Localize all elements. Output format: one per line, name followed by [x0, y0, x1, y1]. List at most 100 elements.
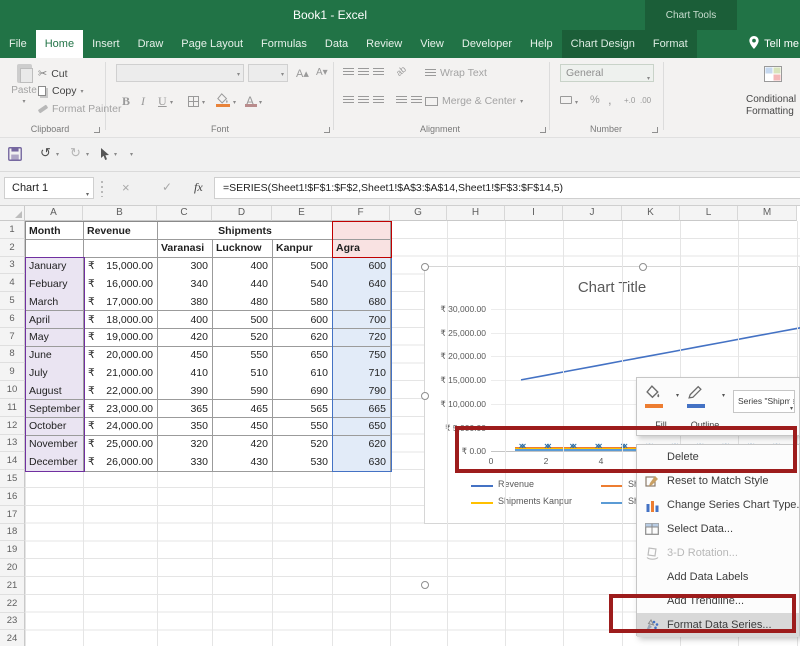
- cell-revenue[interactable]: ₹15,000.00: [84, 258, 158, 276]
- tell-me[interactable]: Tell me: [749, 30, 800, 58]
- fill-button[interactable]: ▾: [643, 383, 679, 417]
- column-header-m[interactable]: M: [738, 206, 797, 221]
- column-header-i[interactable]: I: [505, 206, 563, 221]
- tab-page-layout[interactable]: Page Layout: [172, 30, 252, 58]
- row-header-23[interactable]: 23: [0, 613, 25, 631]
- cell-city-kanpur[interactable]: Kanpur: [273, 240, 333, 258]
- cell-value[interactable]: 430: [213, 453, 273, 471]
- wrap-text-button[interactable]: Wrap Text: [425, 67, 487, 79]
- cell-value[interactable]: 330: [158, 453, 213, 471]
- font-dialog-launcher[interactable]: [324, 127, 330, 133]
- cell-month[interactable]: May: [26, 329, 84, 347]
- column-header-g[interactable]: G: [390, 206, 447, 221]
- cell-month[interactable]: Febuary: [26, 275, 84, 293]
- row-header-20[interactable]: 20: [0, 559, 25, 577]
- cell-value[interactable]: 500: [213, 311, 273, 329]
- align-right-icon[interactable]: [373, 96, 384, 105]
- enter-icon[interactable]: ✓: [162, 180, 172, 194]
- name-box-splitter[interactable]: [101, 181, 103, 197]
- increase-decimal-button[interactable]: +.0: [624, 96, 635, 105]
- cell-value[interactable]: 465: [213, 400, 273, 418]
- cell-value[interactable]: 365: [158, 400, 213, 418]
- row-header-3[interactable]: 3: [0, 257, 25, 275]
- cell-value[interactable]: 590: [213, 382, 273, 400]
- redo-icon[interactable]: ↻: [70, 145, 81, 161]
- tab-file[interactable]: File: [0, 30, 36, 58]
- row-header-13[interactable]: 13: [0, 435, 25, 453]
- cell-value[interactable]: 420: [213, 436, 273, 454]
- chevron-down-icon[interactable]: ▾: [114, 151, 117, 158]
- insert-function-icon[interactable]: fx: [194, 180, 203, 195]
- decrease-indent-icon[interactable]: [396, 96, 407, 105]
- column-header-f[interactable]: F: [332, 206, 390, 221]
- column-header-e[interactable]: E: [272, 206, 332, 221]
- cell-value[interactable]: 620: [333, 436, 391, 454]
- cell-value[interactable]: 520: [273, 436, 333, 454]
- cell-revenue[interactable]: ₹26,000.00: [84, 453, 158, 471]
- legend-label[interactable]: Revenue: [498, 479, 534, 489]
- cell-value[interactable]: 320: [158, 436, 213, 454]
- cell-month[interactable]: December: [26, 453, 84, 471]
- decrease-decimal-button[interactable]: .00: [640, 96, 651, 105]
- select-all-corner[interactable]: [0, 206, 25, 221]
- percent-style-button[interactable]: %: [590, 94, 600, 106]
- cell-month[interactable]: July: [26, 364, 84, 382]
- row-header-7[interactable]: 7: [0, 328, 25, 346]
- cell-value[interactable]: 450: [158, 347, 213, 365]
- cell-value[interactable]: 300: [158, 258, 213, 276]
- font-size-select[interactable]: ▾: [248, 64, 288, 82]
- row-header-9[interactable]: 9: [0, 363, 25, 381]
- row-header-12[interactable]: 12: [0, 417, 25, 435]
- chart-selection-handle[interactable]: [421, 392, 429, 400]
- outline-button[interactable]: ▾: [685, 383, 725, 417]
- cell-month[interactable]: September: [26, 400, 84, 418]
- row-header-21[interactable]: 21: [0, 577, 25, 595]
- cell-revenue[interactable]: ₹16,000.00: [84, 275, 158, 293]
- cell-value[interactable]: 400: [213, 258, 273, 276]
- save-icon[interactable]: [8, 147, 22, 166]
- number-format-select[interactable]: General ▾: [560, 64, 654, 82]
- underline-button[interactable]: U: [158, 94, 167, 109]
- cell-value[interactable]: 650: [333, 418, 391, 436]
- cell-revenue[interactable]: ₹20,000.00: [84, 347, 158, 365]
- alignment-dialog-launcher[interactable]: [540, 127, 546, 133]
- copy-button[interactable]: Copy ▾: [38, 85, 84, 97]
- menu-item-add-data-labels[interactable]: Add Data Labels: [637, 565, 799, 589]
- chart-selection-handle[interactable]: [639, 263, 647, 271]
- cell-revenue[interactable]: ₹19,000.00: [84, 329, 158, 347]
- cell-month[interactable]: March: [26, 293, 84, 311]
- cell-value[interactable]: 550: [213, 347, 273, 365]
- series-selector-dropdown[interactable]: Series "Shipme ▾: [733, 390, 795, 413]
- cell-value[interactable]: 400: [158, 311, 213, 329]
- cell-value[interactable]: 530: [273, 453, 333, 471]
- column-header-j[interactable]: J: [563, 206, 622, 221]
- cell-city-agra[interactable]: Agra: [333, 240, 391, 258]
- cell-value[interactable]: 340: [158, 275, 213, 293]
- cell-value[interactable]: 710: [333, 364, 391, 382]
- row-header-1[interactable]: 1: [0, 221, 25, 239]
- cell-value[interactable]: 600: [273, 311, 333, 329]
- chart-selection-handle[interactable]: [421, 581, 429, 589]
- tab-view[interactable]: View: [411, 30, 453, 58]
- row-header-24[interactable]: 24: [0, 630, 25, 646]
- row-header-19[interactable]: 19: [0, 541, 25, 559]
- cell-value[interactable]: 500: [273, 258, 333, 276]
- cell-value[interactable]: 665: [333, 400, 391, 418]
- align-top-icon[interactable]: [343, 68, 354, 77]
- tab-developer[interactable]: Developer: [453, 30, 521, 58]
- cell-value[interactable]: 580: [273, 293, 333, 311]
- menu-item-select-data[interactable]: Select Data...: [637, 517, 799, 541]
- conditional-formatting-button[interactable]: Conditional Formatting: [746, 94, 800, 118]
- tab-formulas[interactable]: Formulas: [252, 30, 316, 58]
- grow-font-button[interactable]: A▴: [296, 67, 309, 80]
- cell-value[interactable]: 700: [333, 311, 391, 329]
- cancel-icon[interactable]: ×: [122, 180, 130, 195]
- menu-item-format-data-series[interactable]: Format Data Series...: [637, 613, 799, 637]
- chart-title[interactable]: Chart Title: [425, 279, 799, 296]
- row-header-18[interactable]: 18: [0, 524, 25, 542]
- cell-month[interactable]: November: [26, 436, 84, 454]
- name-box[interactable]: Chart 1 ▾: [4, 177, 94, 199]
- row-header-4[interactable]: 4: [0, 274, 25, 292]
- comma-style-button[interactable]: ,: [608, 92, 612, 107]
- cell-month[interactable]: October: [26, 418, 84, 436]
